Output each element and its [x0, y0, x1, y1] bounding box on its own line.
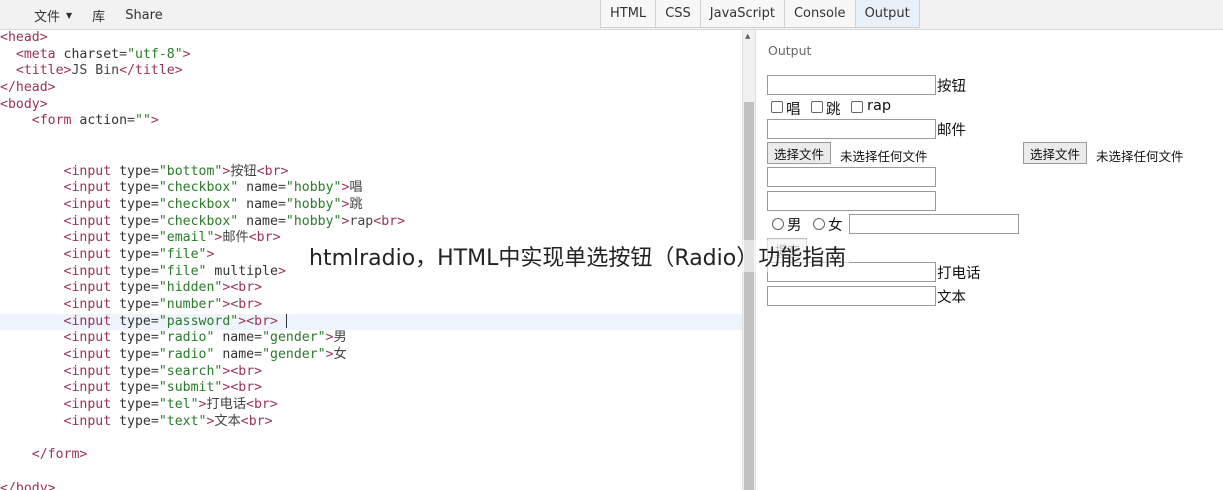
checkbox-sing[interactable] — [771, 101, 783, 113]
code-line[interactable]: <input type="radio" name="gender">男 — [0, 330, 742, 347]
code-line[interactable]: <input type="search"><br> — [0, 364, 742, 381]
email-input[interactable] — [767, 119, 936, 139]
number-input[interactable] — [767, 167, 936, 187]
choose-files-multiple-button[interactable]: 选择文件 — [1023, 142, 1088, 164]
code-line[interactable] — [0, 130, 742, 147]
code-line[interactable]: <head> — [0, 30, 742, 47]
code-line[interactable]: </head> — [0, 80, 742, 97]
checkbox-dance[interactable] — [811, 101, 823, 113]
files-multiple-status-text: 未选择任何文件 — [1096, 149, 1184, 164]
choose-file-button[interactable]: 选择文件 — [767, 142, 832, 164]
code-line[interactable]: <input type="radio" name="gender">女 — [0, 347, 742, 364]
password-input[interactable] — [767, 191, 936, 211]
tab-javascript[interactable]: JavaScript — [699, 0, 785, 28]
scroll-up-arrow-icon[interactable]: ▲ — [745, 32, 750, 40]
text-label: 文本 — [937, 290, 966, 306]
code-line[interactable]: </body> — [0, 481, 742, 490]
scrollbar-thumb[interactable] — [744, 102, 754, 490]
radio-female-label: 女 — [828, 218, 843, 234]
radio-female[interactable] — [813, 218, 825, 230]
email-label: 邮件 — [937, 123, 966, 139]
search-input[interactable] — [849, 214, 1019, 234]
code-line[interactable]: <input type="checkbox" name="hobby">跳 — [0, 197, 742, 214]
code-line[interactable]: <input type="text">文本<br> — [0, 414, 742, 431]
code-line[interactable]: <input type="checkbox" name="hobby">唱 — [0, 180, 742, 197]
panel-tabs: HTML CSS JavaScript Console Output — [600, 0, 920, 28]
file-menu[interactable]: 文件 ▼ — [0, 6, 82, 25]
article-title-overlay: htmlradio，HTML中实现单选按钮（Radio）功能指南 — [306, 240, 850, 272]
text-cursor — [285, 313, 287, 328]
code-line[interactable] — [0, 464, 742, 481]
code-line[interactable]: <title>JS Bin</title> — [0, 63, 742, 80]
code-line[interactable]: <input type="tel">打电话<br> — [0, 397, 742, 414]
checkbox-rap[interactable] — [851, 101, 863, 113]
text-field[interactable] — [767, 286, 936, 306]
tab-css[interactable]: CSS — [655, 0, 701, 28]
tab-html[interactable]: HTML — [600, 0, 657, 28]
code-line[interactable]: <input type="bottom">按钮<br> — [0, 164, 742, 181]
output-label: Output — [768, 43, 812, 58]
main-menu: 文件 ▼ 库 Share — [0, 0, 173, 30]
code-line[interactable]: </form> — [0, 447, 742, 464]
tab-console[interactable]: Console — [783, 0, 856, 28]
checkbox-dance-label: 跳 — [826, 102, 841, 118]
button-text-label: 按钮 — [937, 79, 966, 95]
code-line[interactable]: <input type="submit"><br> — [0, 380, 742, 397]
code-line[interactable]: <input type="number"><br> — [0, 297, 742, 314]
chevron-down-icon: ▼ — [66, 10, 73, 20]
library-menu[interactable]: 库 — [82, 6, 115, 25]
file-menu-label: 文件 — [34, 9, 61, 25]
code-line[interactable]: <input type="hidden"><br> — [0, 280, 742, 297]
file-status-text: 未选择任何文件 — [840, 149, 928, 164]
code-line[interactable]: <meta charset="utf-8"> — [0, 47, 742, 64]
code-line[interactable]: <input type="checkbox" name="hobby">rap<… — [0, 214, 742, 231]
code-line[interactable]: <input type="password"><br> — [0, 313, 742, 331]
text-input[interactable] — [767, 75, 936, 95]
code-line[interactable]: <body> — [0, 97, 742, 114]
code-line[interactable]: <form action=""> — [0, 113, 742, 130]
checkbox-sing-label: 唱 — [786, 102, 801, 118]
code-line[interactable] — [0, 147, 742, 164]
share-menu[interactable]: Share — [115, 8, 173, 23]
radio-male[interactable] — [772, 218, 784, 230]
tel-label: 打电话 — [937, 266, 981, 282]
checkbox-rap-label: rap — [867, 98, 892, 114]
tab-output[interactable]: Output — [854, 0, 920, 28]
code-line[interactable] — [0, 431, 742, 448]
radio-male-label: 男 — [787, 218, 802, 234]
top-toolbar: 文件 ▼ 库 Share HTML CSS JavaScript Console… — [0, 0, 1223, 30]
